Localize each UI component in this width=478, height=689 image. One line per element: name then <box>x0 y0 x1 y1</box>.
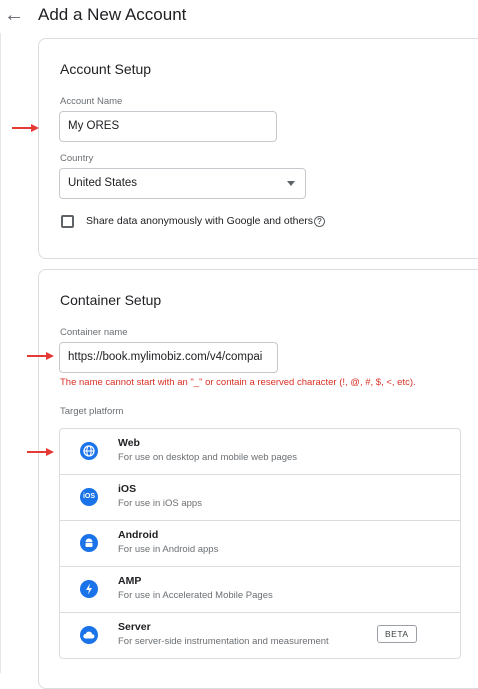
container-name-input[interactable]: https://book.mylimobiz.com/v4/compai <box>59 342 278 373</box>
annotation-arrow-icon <box>27 352 54 360</box>
share-data-label: Share data anonymously with Google and o… <box>86 215 314 227</box>
help-icon[interactable]: ? <box>314 216 325 227</box>
annotation-arrow-icon <box>12 124 39 132</box>
target-platform-label: Target platform <box>60 406 124 417</box>
platform-option-ios[interactable]: iOS iOS For use in iOS apps <box>60 475 460 521</box>
platform-option-server[interactable]: Server For server-side instrumentation a… <box>60 613 460 658</box>
account-name-input[interactable]: My ORES <box>59 111 277 142</box>
country-value: United States <box>68 177 138 189</box>
cloud-icon <box>80 626 98 644</box>
share-data-checkbox[interactable] <box>61 215 74 228</box>
android-icon <box>80 534 98 552</box>
platform-name: Server <box>118 621 151 633</box>
platform-name: iOS <box>118 483 137 495</box>
platform-option-web[interactable]: Web For use on desktop and mobile web pa… <box>60 429 460 475</box>
platform-name: Web <box>118 437 140 449</box>
beta-badge: BETA <box>377 625 417 643</box>
container-name-error: The name cannot start with an "_" or con… <box>60 377 416 388</box>
country-select[interactable]: United States <box>59 168 306 199</box>
container-name-label: Container name <box>60 327 128 338</box>
page-title: Add a New Account <box>38 5 187 24</box>
platform-option-android[interactable]: Android For use in Android apps <box>60 521 460 567</box>
platform-option-amp[interactable]: AMP For use in Accelerated Mobile Pages <box>60 567 460 613</box>
country-label: Country <box>60 153 94 164</box>
account-setup-card: Account Setup Account Name My ORES Count… <box>38 38 478 259</box>
left-divider <box>0 33 1 673</box>
container-name-value: https://book.mylimobiz.com/v4/compai <box>68 351 263 363</box>
platform-desc: For use in iOS apps <box>118 498 202 509</box>
platform-list: Web For use on desktop and mobile web pa… <box>59 428 461 659</box>
platform-desc: For use on desktop and mobile web pages <box>118 452 298 463</box>
account-name-label: Account Name <box>60 96 123 107</box>
ios-icon: iOS <box>80 488 98 506</box>
platform-name: Android <box>118 529 159 541</box>
container-setup-title: Container Setup <box>60 292 162 308</box>
globe-icon <box>80 442 98 460</box>
annotation-arrow-icon <box>27 448 54 456</box>
platform-desc: For use in Android apps <box>118 544 219 555</box>
back-arrow-icon[interactable]: ← <box>4 5 24 25</box>
platform-name: AMP <box>118 575 142 587</box>
account-setup-title: Account Setup <box>60 61 152 77</box>
platform-desc: For server-side instrumentation and meas… <box>118 636 329 647</box>
platform-desc: For use in Accelerated Mobile Pages <box>118 590 273 601</box>
chevron-down-icon <box>287 181 295 186</box>
lightning-icon <box>80 580 98 598</box>
container-setup-card: Container Setup Container name https://b… <box>38 269 478 689</box>
account-name-value: My ORES <box>68 120 120 132</box>
